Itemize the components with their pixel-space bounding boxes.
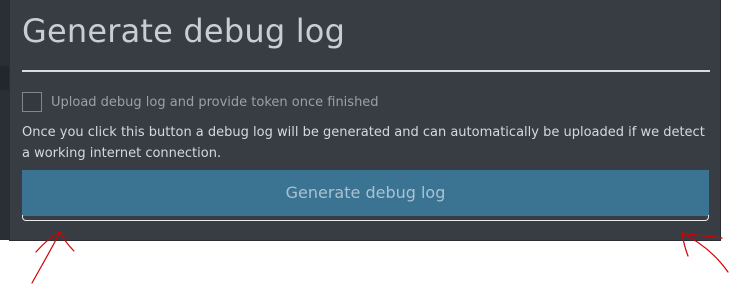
background-stripe	[0, 66, 10, 90]
upload-checkbox[interactable]	[22, 92, 42, 112]
title-divider	[22, 70, 710, 72]
dialog-description: Once you click this button a debug log w…	[22, 125, 705, 161]
button-highlight-underline	[22, 215, 709, 221]
generate-debug-log-button[interactable]: Generate debug log	[22, 170, 709, 216]
dialog-title: Generate debug log	[22, 12, 346, 50]
background-panel	[0, 0, 10, 240]
debug-log-dialog: Generate debug log Upload debug log and …	[10, 0, 720, 240]
upload-checkbox-label[interactable]: Upload debug log and provide token once …	[51, 95, 379, 110]
